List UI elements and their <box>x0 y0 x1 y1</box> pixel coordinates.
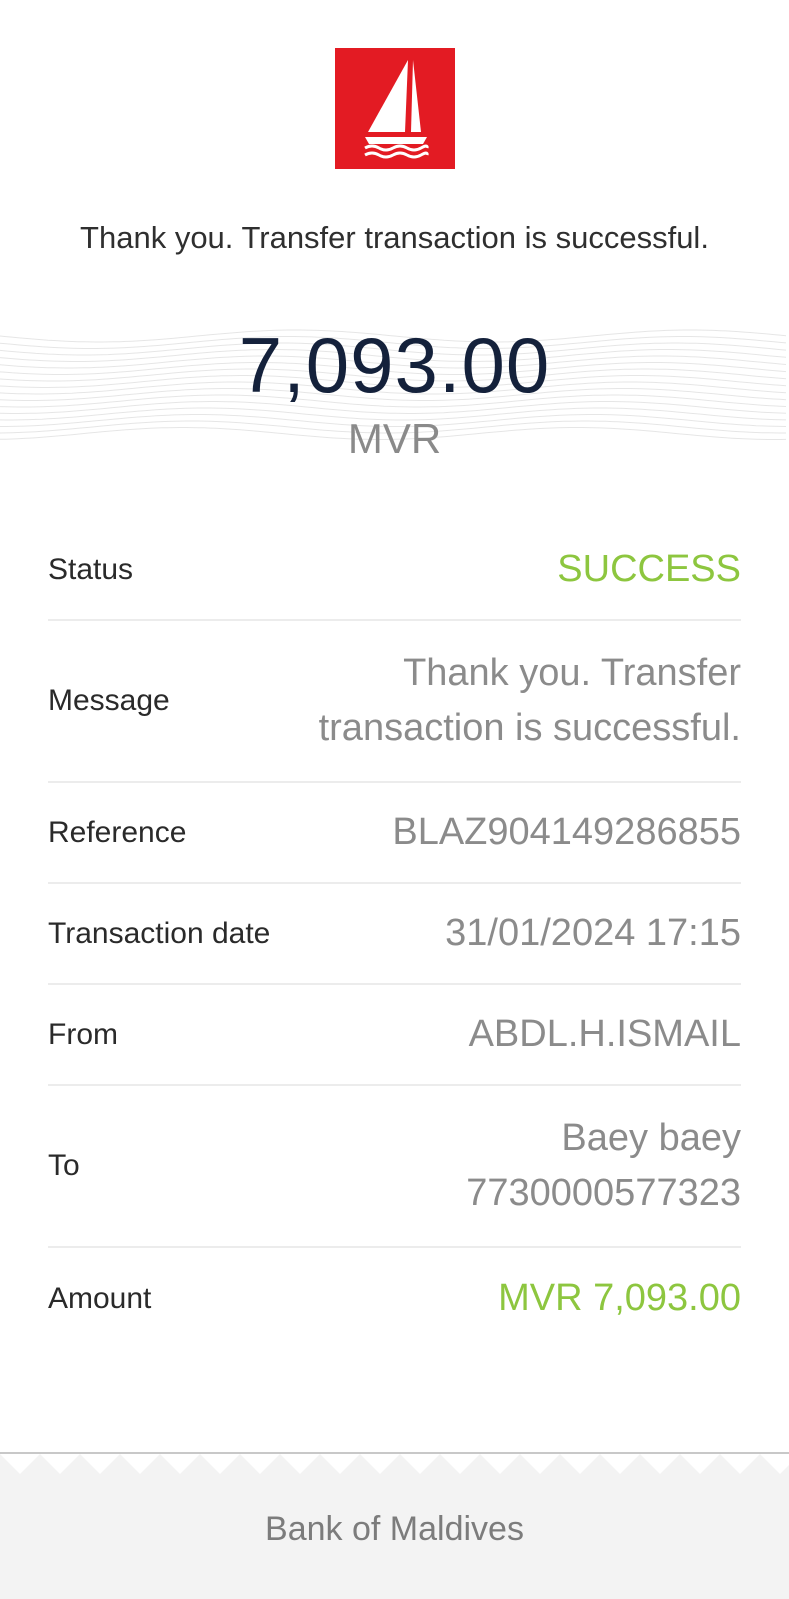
status-row: Status SUCCESS <box>48 520 741 621</box>
to-name: Baey baey <box>561 1116 741 1159</box>
transfer-amount: 7,093.00 <box>238 321 551 409</box>
from-label: From <box>48 1017 118 1051</box>
status-label: Status <box>48 552 134 586</box>
status-value: SUCCESS <box>557 547 741 590</box>
transfer-currency: MVR <box>347 415 442 462</box>
message-row: Message Thank you. Transfer transaction … <box>48 621 741 783</box>
bank-name: Bank of Maldives <box>265 1510 524 1548</box>
from-value: ABDL.H.ISMAIL <box>468 1012 741 1055</box>
amount-row: Amount MVR 7,093.00 <box>48 1248 741 1349</box>
transaction-date-label: Transaction date <box>48 916 271 950</box>
reference-value: BLAZ904149286855 <box>392 810 741 853</box>
amount-label: Amount <box>48 1281 152 1315</box>
transaction-date-row: Transaction date 31/01/2024 17:15 <box>48 884 741 985</box>
message-value-line2: transaction is successful. <box>318 707 741 749</box>
transaction-date-value: 31/01/2024 17:15 <box>445 911 741 954</box>
message-value-line1: Thank you. Transfer <box>403 651 741 694</box>
reference-row: Reference BLAZ904149286855 <box>48 783 741 884</box>
message-label: Message <box>48 684 170 717</box>
sailboat-icon <box>335 48 455 169</box>
success-message: Thank you. Transfer transaction is succe… <box>80 220 709 255</box>
zigzag-edge <box>0 1454 789 1474</box>
to-value: Baey baey 7730000577323 <box>466 1111 741 1221</box>
transaction-details: Status SUCCESS Message Thank you. Transf… <box>48 520 741 1349</box>
to-label: To <box>48 1149 80 1182</box>
reference-label: Reference <box>48 815 187 849</box>
bank-logo <box>335 48 455 169</box>
amount-value: MVR 7,093.00 <box>498 1276 741 1319</box>
message-value: Thank you. Transfer transaction is succe… <box>319 646 741 756</box>
to-account-number: 7730000577323 <box>466 1172 741 1214</box>
to-row: To Baey baey 7730000577323 <box>48 1086 741 1248</box>
from-row: From ABDL.H.ISMAIL <box>48 985 741 1086</box>
receipt-footer: Bank of Maldives <box>0 1452 789 1599</box>
